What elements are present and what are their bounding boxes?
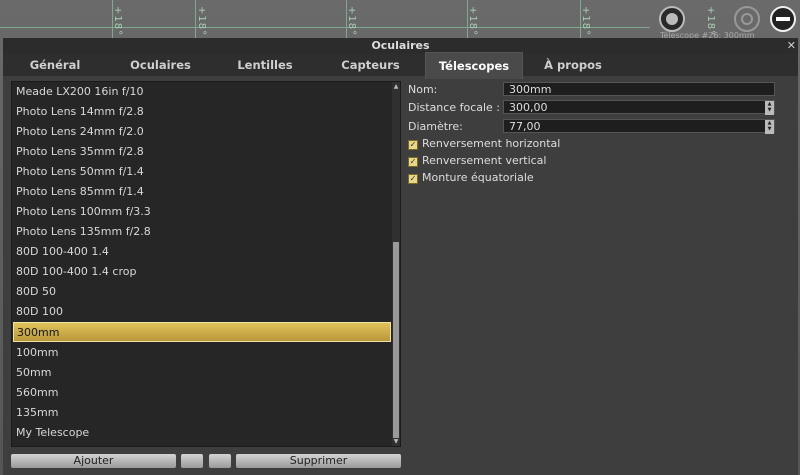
- scroll-up-icon[interactable]: ▲: [392, 83, 400, 90]
- vflip-label: Renversement vertical: [422, 154, 547, 167]
- remove-button[interactable]: Supprimer: [236, 454, 401, 468]
- diameter-label: Diamètre:: [408, 120, 463, 133]
- tab-eyepieces[interactable]: Oculaires: [118, 54, 203, 76]
- list-item[interactable]: Meade LX200 16in f/10: [13, 82, 391, 102]
- vflip-checkbox[interactable]: ✓: [408, 157, 418, 167]
- hflip-label: Renversement horizontal: [422, 137, 561, 150]
- move-down-button[interactable]: [209, 454, 231, 468]
- list-item-selected[interactable]: 300mm: [13, 322, 391, 342]
- name-label: Nom:: [408, 83, 438, 96]
- list-item[interactable]: 80D 100-400 1.4 crop: [13, 262, 391, 282]
- grid-label: +18°: [112, 6, 123, 37]
- grid-label: +18°: [196, 6, 207, 37]
- hflip-checkbox[interactable]: ✓: [408, 140, 418, 150]
- list-item[interactable]: Photo Lens 100mm f/3.3: [13, 202, 391, 222]
- list-item[interactable]: 80D 100: [13, 302, 391, 322]
- list-item[interactable]: Photo Lens 35mm f/2.8: [13, 142, 391, 162]
- tab-telescopes[interactable]: Télescopes: [425, 52, 523, 79]
- diameter-field[interactable]: 77,00 ▲ ▼: [503, 119, 775, 134]
- tab-lenses[interactable]: Lentilles: [225, 54, 305, 76]
- list-item[interactable]: Photo Lens 50mm f/1.4: [13, 162, 391, 182]
- tab-bar: Général Oculaires Lentilles Capteurs Tél…: [3, 52, 798, 79]
- spinner-icon[interactable]: ▲ ▼: [765, 101, 774, 115]
- grid-label: +18°: [580, 6, 591, 37]
- list-item[interactable]: 50mm: [13, 363, 391, 383]
- list-item[interactable]: 100mm: [13, 343, 391, 363]
- equatorial-checkbox[interactable]: ✓: [408, 174, 418, 184]
- list-item[interactable]: Photo Lens 24mm f/2.0: [13, 122, 391, 142]
- move-up-button[interactable]: [181, 454, 203, 468]
- list-item[interactable]: Photo Lens 85mm f/1.4: [13, 182, 391, 202]
- tab-about[interactable]: À propos: [533, 54, 613, 76]
- ocular-view-icon[interactable]: [659, 6, 685, 32]
- list-item[interactable]: My Telescope: [13, 423, 391, 443]
- list-item[interactable]: Photo Lens 135mm f/2.8: [13, 222, 391, 242]
- name-field[interactable]: 300mm: [503, 82, 775, 96]
- spinner-icon[interactable]: ▲ ▼: [765, 120, 774, 134]
- tab-sensors[interactable]: Capteurs: [328, 54, 413, 76]
- focal-length-label: Distance focale :: [408, 101, 501, 114]
- scroll-thumb[interactable]: [393, 242, 399, 438]
- oculars-dialog: Oculaires ✕ Général Oculaires Lentilles …: [3, 38, 798, 475]
- list-item[interactable]: 135mm: [13, 403, 391, 423]
- list-scrollbar[interactable]: ▲ ▼: [392, 82, 400, 446]
- scroll-down-icon[interactable]: ▼: [392, 438, 400, 445]
- telescope-list[interactable]: Meade LX200 16in f/10 Photo Lens 14mm f/…: [11, 81, 401, 447]
- focal-length-field[interactable]: 300,00 ▲ ▼: [503, 100, 775, 115]
- crosshair-icon[interactable]: [734, 6, 760, 32]
- list-item[interactable]: 80D 100-400 1.4: [13, 242, 391, 262]
- tab-general[interactable]: Général: [15, 54, 95, 76]
- focal-length-value: 300,00: [509, 101, 548, 114]
- list-item[interactable]: 560mm: [13, 383, 391, 403]
- grid-label: +18°: [346, 6, 357, 37]
- close-icon[interactable]: ✕: [787, 38, 796, 54]
- diameter-value: 77,00: [509, 120, 541, 133]
- grid-line: [0, 27, 650, 28]
- equatorial-label: Monture équatoriale: [422, 171, 534, 184]
- add-button[interactable]: Ajouter: [11, 454, 176, 468]
- dialog-title: Oculaires: [3, 38, 798, 54]
- minus-icon[interactable]: [770, 6, 796, 32]
- list-item[interactable]: Photo Lens 14mm f/2.8: [13, 102, 391, 122]
- list-item[interactable]: 80D 50: [13, 282, 391, 302]
- grid-label: +18°: [467, 6, 478, 37]
